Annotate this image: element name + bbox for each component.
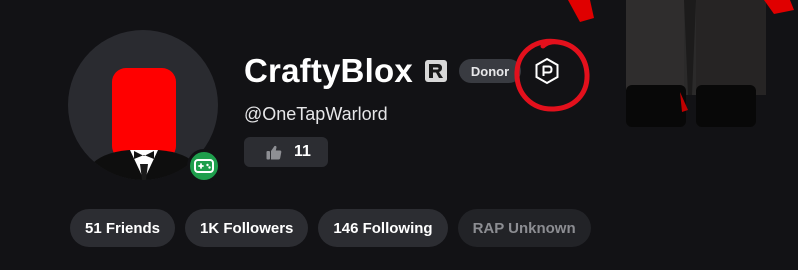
profile-stats: 51 Friends 1K Followers 146 Following RA… <box>70 209 591 247</box>
presence-badge <box>187 149 221 183</box>
avatar-background-figure <box>568 0 794 127</box>
rap-pill: RAP Unknown <box>457 209 591 247</box>
avatar-container[interactable] <box>68 30 221 183</box>
following-pill[interactable]: 146 Following <box>318 209 448 247</box>
username: @OneTapWarlord <box>244 104 388 124</box>
verified-r-icon <box>424 60 447 82</box>
donor-badge: Donor <box>458 59 522 83</box>
thumbs-up-icon <box>266 145 282 159</box>
premium-hexagon-icon <box>535 57 559 85</box>
friends-pill[interactable]: 51 Friends <box>70 209 176 247</box>
profile-name-row: CraftyBlox Donor <box>244 50 522 92</box>
like-count: 11 <box>294 143 311 160</box>
display-name: CraftyBlox <box>244 52 413 89</box>
followers-pill[interactable]: 1K Followers <box>185 209 309 247</box>
gamepad-icon <box>194 159 214 173</box>
like-button[interactable]: 11 <box>244 137 328 167</box>
